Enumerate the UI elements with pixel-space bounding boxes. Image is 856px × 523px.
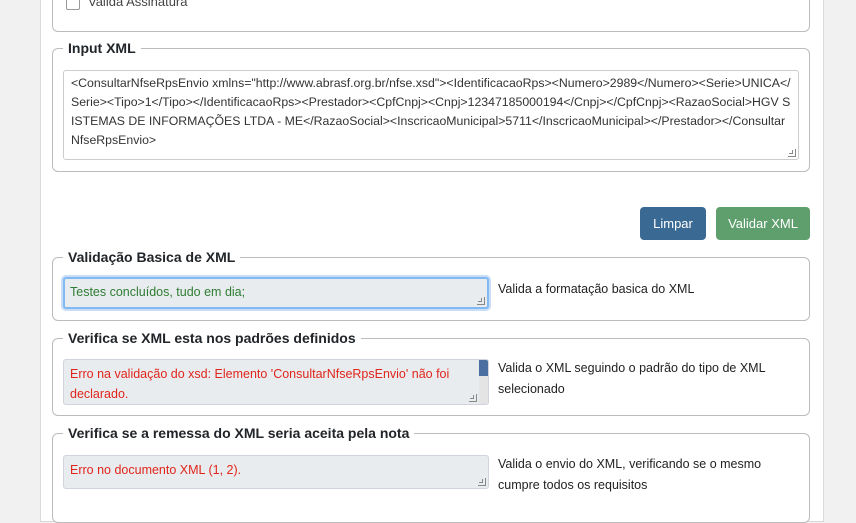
basic-validation-result-text: Testes concluídos, tudo em dia; [70, 285, 246, 299]
standards-validation-description: Valida o XML seguindo o padrão do tipo d… [498, 361, 766, 396]
resize-handle-icon[interactable] [477, 297, 485, 305]
remittance-validation-description: Valida o envio do XML, verificando se o … [498, 457, 762, 492]
clear-button[interactable]: Limpar [640, 207, 706, 240]
standards-validation-legend: Verifica se XML esta nos padrões definid… [63, 328, 361, 348]
validate-signature-label: Valida Assinatura [88, 0, 188, 9]
remittance-validation-legend: Verifica se a remessa do XML seria aceit… [63, 423, 415, 443]
basic-validation-result[interactable]: Testes concluídos, tudo em dia; [63, 277, 489, 309]
input-xml-legend: Input XML [63, 38, 141, 58]
xml-input[interactable]: <ConsultarNfseRpsEnvio xmlns="http://www… [63, 70, 799, 160]
basic-validation-description: Valida a formatação basica do XML [498, 282, 695, 296]
basic-validation-legend: Validação Basica de XML [63, 247, 241, 267]
standards-validation-result[interactable]: Erro na validação do xsd: Elemento 'Cons… [63, 359, 489, 405]
xml-input-text: <ConsultarNfseRpsEnvio xmlns="http://www… [71, 76, 791, 147]
resize-handle-icon[interactable] [469, 394, 477, 402]
scrollbar-thumb[interactable] [479, 360, 488, 376]
validate-xml-button[interactable]: Validar XML [716, 207, 810, 240]
scrollbar[interactable] [479, 360, 488, 404]
resize-handle-icon[interactable] [788, 149, 796, 157]
resize-handle-icon[interactable] [478, 478, 486, 486]
validate-signature-checkbox[interactable] [66, 0, 80, 10]
remittance-validation-result[interactable]: Erro no documento XML (1, 2). [63, 455, 489, 489]
standards-validation-result-text: Erro na validação do xsd: Elemento 'Cons… [70, 367, 450, 401]
remittance-validation-result-text: Erro no documento XML (1, 2). [70, 463, 242, 477]
